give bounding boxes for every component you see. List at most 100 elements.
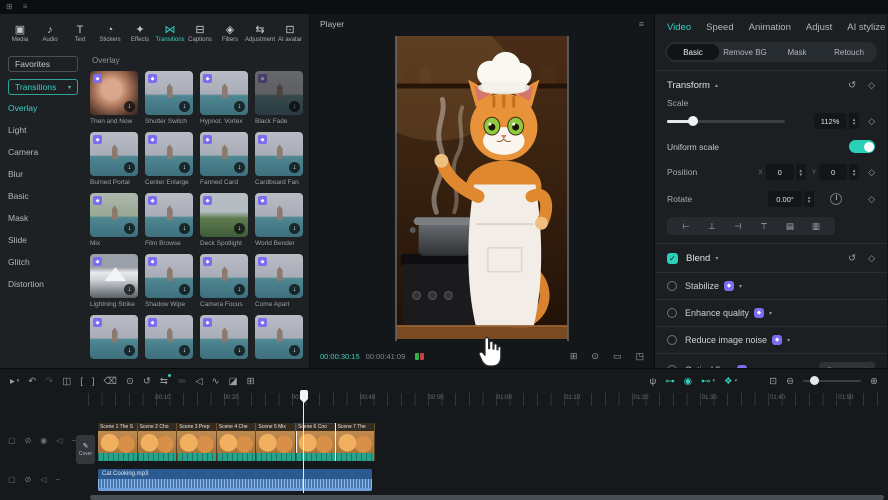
lock-track-icon[interactable]: ⊘ — [25, 475, 32, 484]
ratio-icon[interactable]: ▭ — [613, 351, 622, 362]
timeline-clip[interactable]: Scene 7 The — [336, 423, 376, 461]
cover-button[interactable]: ✎ Cover — [76, 435, 95, 464]
sidebar-item-blur[interactable]: Blur — [8, 169, 78, 179]
download-icon[interactable]: ↓ — [124, 101, 135, 112]
topbar-item-captions[interactable]: ⊟ Captions — [186, 24, 214, 43]
transition-item-burned-portal[interactable]: ◆ ↓ Burned Portal — [90, 132, 138, 186]
fullscreen-icon[interactable]: ◳ — [635, 351, 644, 362]
chevron-down-icon[interactable]: ▾ — [787, 337, 790, 344]
download-icon[interactable]: ↓ — [234, 345, 245, 356]
tab-video[interactable]: Video — [667, 22, 691, 33]
download-icon[interactable]: ↓ — [124, 162, 135, 173]
rotate-value-input[interactable]: 0.00° — [768, 191, 802, 207]
transition-item-shutter-switch[interactable]: ◆ ↓ Shutter Switch — [145, 71, 193, 125]
stabilize-checkbox[interactable] — [667, 281, 677, 291]
pip-icon[interactable]: ⊞ — [570, 351, 578, 362]
scale-slider-knob[interactable] — [688, 116, 698, 126]
timeline-clip[interactable]: Scene 1 The S — [98, 423, 138, 461]
video-preview[interactable] — [396, 36, 569, 341]
transition-item-cardboard-fan[interactable]: ◆ ↓ Cardboard Fan — [255, 132, 303, 186]
mute-track-icon[interactable]: ◁ — [195, 376, 202, 387]
download-icon[interactable]: ↓ — [179, 101, 190, 112]
undo-icon[interactable]: ↶ — [28, 376, 36, 387]
group-clips-icon[interactable]: ◉ — [684, 376, 692, 387]
blend-keyframe-icon[interactable]: ◇ — [868, 253, 875, 264]
transition-item-lightning-strike[interactable]: ◆ ↓ Lightning Strike — [90, 254, 138, 308]
tab-adjust[interactable]: Adjust — [806, 22, 832, 33]
position-x-stepper[interactable]: ▲▼ — [796, 164, 806, 180]
transition-item-camera-focus[interactable]: ◆ ↓ Camera Focus — [200, 254, 248, 308]
reset-icon[interactable]: ↺ — [848, 80, 856, 91]
timeline-ruler[interactable]: 00:1000:2000:3000:4000:5001:0001:1001:20… — [88, 393, 888, 406]
position-x-input[interactable]: 0 — [766, 164, 794, 180]
scale-stepper[interactable]: ▲▼ — [849, 113, 859, 129]
download-icon[interactable]: ↓ — [234, 284, 245, 295]
topbar-item-transitions[interactable]: ⋈ Transitions — [156, 24, 184, 43]
tab-ai-stylize[interactable]: AI stylize — [847, 22, 885, 33]
rotate-keyframe-icon[interactable]: ◇ — [868, 194, 875, 205]
transition-item[interactable]: ◆ ↓ — [200, 315, 248, 362]
align-top-icon[interactable]: ⊤ — [751, 221, 777, 232]
subtab-retouch[interactable]: Retouch — [823, 44, 875, 60]
download-icon[interactable]: ↓ — [234, 101, 245, 112]
transition-item-black-fade[interactable]: ◆ ↓ Black Fade — [255, 71, 303, 125]
transition-item[interactable]: ◆ ↓ — [255, 315, 303, 362]
sidebar-item-distortion[interactable]: Distortion — [8, 279, 78, 289]
category-dropdown[interactable]: Transitions ▾ — [8, 79, 78, 95]
zoom-out-icon[interactable]: ⊖ — [786, 376, 794, 387]
apply-transition-icon[interactable]: ❖▾ — [724, 376, 737, 387]
mask-icon[interactable]: ⊙ — [126, 376, 134, 387]
auto-beat-icon[interactable]: ◪ — [229, 376, 238, 387]
select-tool-icon[interactable]: ▸▾ — [10, 376, 19, 387]
trim-left-icon[interactable]: [ — [80, 376, 83, 387]
transition-item-come-apart[interactable]: ◆ ↓ Come Apart — [255, 254, 303, 308]
reduce-image-noise-checkbox[interactable] — [667, 335, 677, 345]
download-icon[interactable]: ↓ — [179, 345, 190, 356]
align-center-h-icon[interactable]: ▤ — [777, 221, 803, 232]
transition-item-hypnot-vortex[interactable]: ◆ ↓ Hypnot. Vortex — [200, 71, 248, 125]
transition-item-center-enlarge[interactable]: ◆ ↓ Center Enlarge — [145, 132, 193, 186]
mute-video-track-icon[interactable]: ◁ — [56, 436, 62, 445]
blend-checkbox[interactable]: ✓ — [667, 253, 678, 264]
tab-animation[interactable]: Animation — [749, 22, 791, 33]
position-keyframe-icon[interactable]: ◇ — [868, 167, 875, 178]
preview-quality-icon[interactable] — [415, 353, 424, 360]
chevron-down-icon[interactable]: ▾ — [715, 255, 718, 262]
position-y-stepper[interactable]: ▲▼ — [849, 164, 859, 180]
align-right-icon[interactable]: ⊣ — [725, 221, 751, 232]
delete-icon[interactable]: ⌫ — [104, 376, 117, 387]
loop-icon[interactable]: ↺ — [143, 376, 151, 387]
subtab-remove-bg[interactable]: Remove BG — [719, 44, 771, 60]
transition-next-icon[interactable]: ⊷▾ — [701, 376, 715, 387]
topbar-item-text[interactable]: T Text — [66, 24, 94, 43]
enhance-quality-checkbox[interactable] — [667, 308, 677, 318]
transition-item[interactable]: ◆ ↓ — [90, 315, 138, 362]
download-icon[interactable]: ↓ — [289, 162, 300, 173]
redo-icon[interactable]: ↷ — [45, 376, 53, 387]
split-icon[interactable]: ◫ — [62, 376, 71, 387]
topbar-item-stickers[interactable]: ◔ Stickers — [96, 24, 124, 43]
download-icon[interactable]: ↓ — [124, 284, 135, 295]
download-icon[interactable]: ↓ — [179, 223, 190, 234]
subtab-basic[interactable]: Basic — [667, 44, 719, 60]
download-icon[interactable]: ↓ — [289, 101, 300, 112]
trim-right-icon[interactable]: ] — [92, 376, 95, 387]
transition-item-film-browse[interactable]: ◆ ↓ Film Browse — [145, 193, 193, 247]
transition-item-then-and-now[interactable]: ◆ ↓ Then and Now — [90, 71, 138, 125]
keyframe-graph-icon[interactable]: ∿ — [212, 376, 220, 387]
zoom-in-icon[interactable]: ⊕ — [870, 376, 878, 387]
horizontal-scrollbar[interactable] — [90, 495, 884, 500]
audio-track-clip[interactable]: Cat Cooking.mp3 — [98, 469, 372, 491]
scale-slider[interactable] — [667, 120, 785, 123]
download-icon[interactable]: ↓ — [124, 345, 135, 356]
topbar-item-ai-avatar[interactable]: ⊡ AI avatar — [276, 24, 304, 43]
subtab-mask[interactable]: Mask — [771, 44, 823, 60]
sidebar-item-overlay[interactable]: Overlay — [8, 103, 78, 113]
download-icon[interactable]: ↓ — [179, 284, 190, 295]
download-icon[interactable]: ↓ — [234, 162, 245, 173]
mute-audio-track-icon[interactable]: ◁ — [40, 475, 46, 484]
position-y-input[interactable]: 0 — [819, 164, 847, 180]
keyframe-icon[interactable]: ◇ — [868, 80, 875, 91]
topbar-item-media[interactable]: ▣ Media — [6, 24, 34, 43]
timeline-zoom-slider[interactable] — [803, 380, 861, 382]
